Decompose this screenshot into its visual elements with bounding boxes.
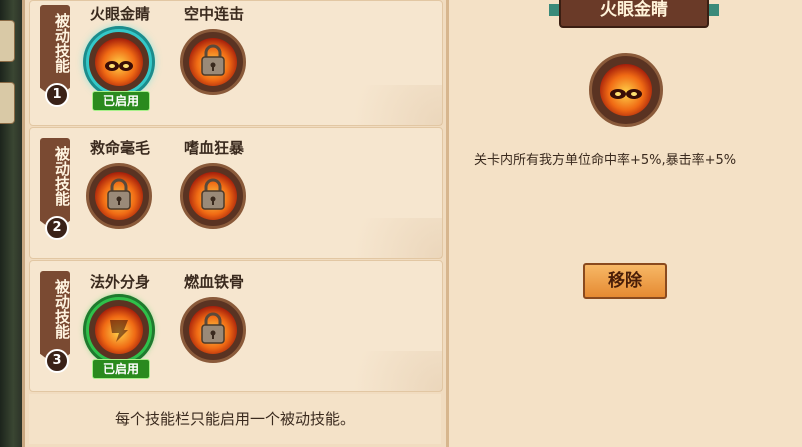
slot-ribbon: 被动技能 2 (40, 138, 71, 246)
lock-icon (201, 312, 225, 344)
skill-description: 关卡内所有我方单位命中率+5%,暴击率+5% (474, 153, 737, 168)
fire-eyes-icon (600, 64, 652, 116)
skill-jiumingmaomao[interactable]: 救命毫毛 (84, 137, 156, 229)
slot-ribbon: 被动技能 1 (40, 5, 71, 113)
slot-number: 2 (45, 216, 69, 240)
detail-title-plate: 火眼金睛 (549, 0, 719, 28)
title-tab-left (549, 4, 559, 16)
footer-text: 每个技能栏只能启用一个被动技能。 (114, 410, 355, 428)
skill-slot-3: 被动技能 3 法外分身 已启用 燃血铁骨 (29, 260, 443, 392)
side-tab[interactable] (0, 82, 15, 124)
fire-eyes-icon (95, 38, 143, 86)
lock-icon (201, 178, 225, 210)
background-strip (0, 0, 22, 447)
skill-icon-ring[interactable] (86, 163, 152, 229)
slot-ribbon-label: 被动技能 (53, 146, 71, 206)
passive-skill-panel: 被动技能 1 火眼金睛 已启用 空中连击 被动技能 2 救命毫毛 嗜血狂暴 被动… (22, 0, 449, 447)
lock-icon (201, 44, 225, 76)
enabled-badge: 已启用 (92, 359, 150, 379)
flame-scroll-icon (95, 306, 143, 354)
skill-name: 救命毫毛 (89, 139, 150, 157)
skill-name: 嗜血狂暴 (183, 139, 244, 157)
skill-name: 火眼金睛 (89, 5, 150, 23)
remove-button[interactable]: 移除 (583, 263, 667, 299)
skill-name: 法外分身 (89, 273, 150, 291)
skill-detail-panel: 火眼金睛 关卡内所有我方单位命中率+5%,暴击率+5% 移除 (446, 0, 802, 447)
lock-icon (107, 178, 131, 210)
skill-slot-1: 被动技能 1 火眼金睛 已启用 空中连击 (29, 0, 443, 126)
skill-icon-ring[interactable] (180, 29, 246, 95)
slot-ribbon: 被动技能 3 (40, 271, 71, 379)
slot-ribbon-label: 被动技能 (53, 13, 71, 73)
skill-icon-ring[interactable] (180, 297, 246, 363)
skill-slot-2: 被动技能 2 救命毫毛 嗜血狂暴 (29, 127, 443, 259)
title-tab-right (709, 4, 719, 16)
detail-title: 火眼金睛 (600, 0, 668, 20)
footer-note: 每个技能栏只能启用一个被动技能。 (29, 394, 441, 444)
skill-name: 燃血铁骨 (183, 273, 244, 291)
skill-icon-ring[interactable] (86, 29, 152, 95)
side-tab[interactable] (0, 20, 15, 62)
slot-ribbon-label: 被动技能 (53, 279, 71, 339)
skill-icon-ring[interactable] (86, 297, 152, 363)
slot-number: 1 (45, 83, 69, 107)
skill-kongzhonglianji[interactable]: 空中连击 (178, 3, 250, 95)
skill-fawaifenshen[interactable]: 法外分身 已启用 (84, 271, 156, 379)
skill-shixuekuangbao[interactable]: 嗜血狂暴 (178, 137, 250, 229)
detail-skill-icon (589, 53, 663, 127)
slot-number: 3 (45, 349, 69, 373)
skill-huoyanjinjing[interactable]: 火眼金睛 已启用 (84, 3, 156, 111)
enabled-badge: 已启用 (92, 91, 150, 111)
skill-ranxuetiegu[interactable]: 燃血铁骨 (178, 271, 250, 363)
skill-icon-ring[interactable] (180, 163, 246, 229)
skill-name: 空中连击 (183, 5, 244, 23)
